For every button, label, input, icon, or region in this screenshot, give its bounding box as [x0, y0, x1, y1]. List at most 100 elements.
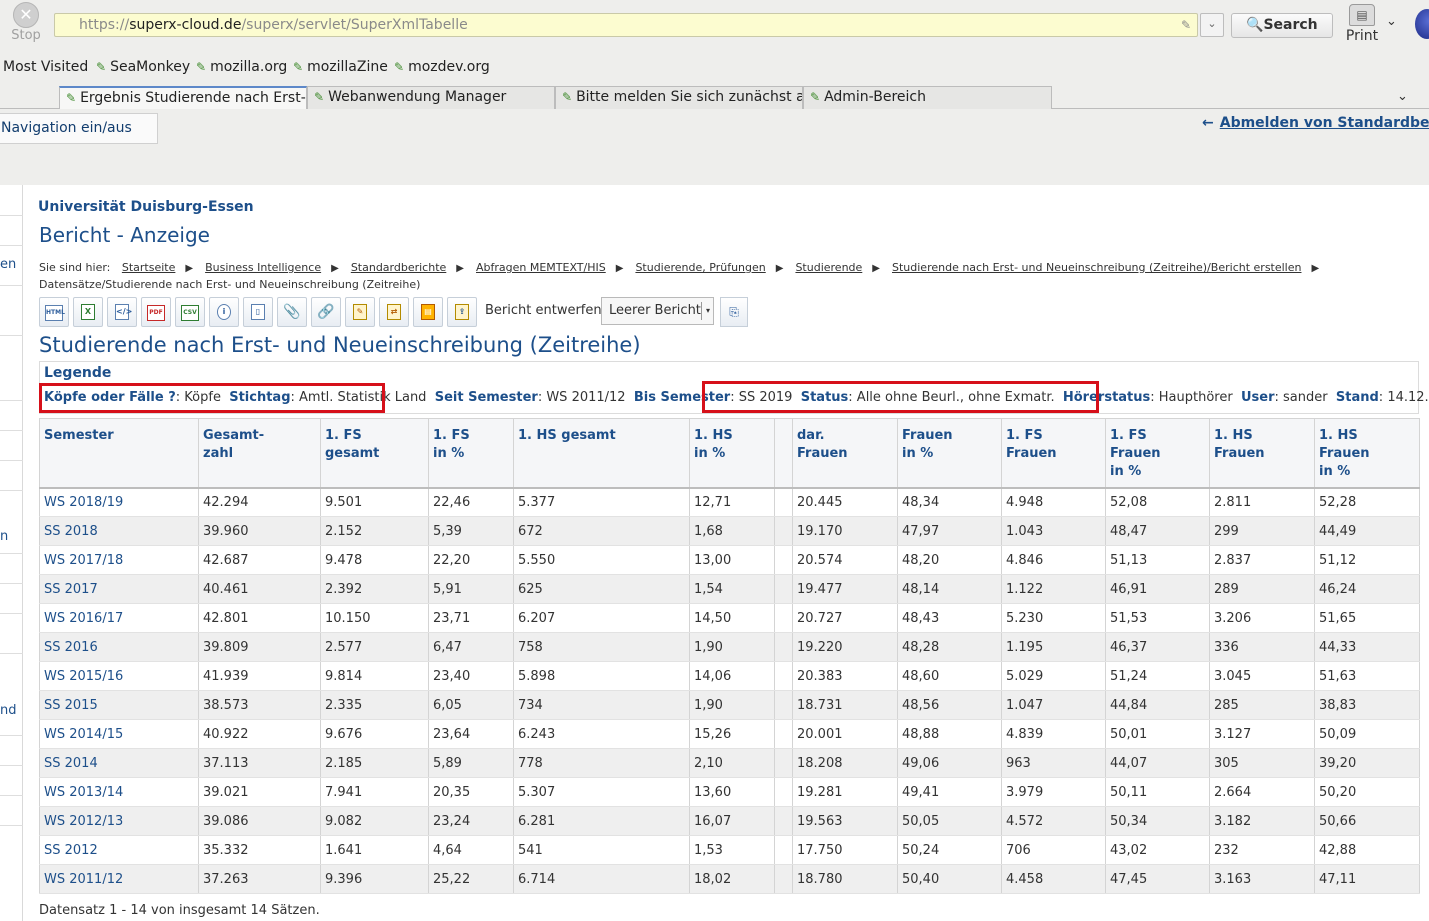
print-dropdown-chevron-icon[interactable]: ⌄	[1386, 14, 1397, 29]
column-header[interactable]: 1. HS Frauen in %	[1314, 418, 1420, 488]
semester-cell[interactable]: WS 2014/15	[39, 719, 199, 749]
table-cell: 49,06	[897, 748, 1002, 778]
sidebar-item[interactable]: en	[0, 257, 22, 272]
table-cell: 18.208	[792, 748, 898, 778]
design-report-go-button[interactable]: ⎘	[720, 297, 748, 327]
bookmark-mozillazine[interactable]: ✎ mozillaZine	[293, 59, 388, 75]
export-excel-button[interactable]: X	[73, 297, 103, 327]
csv-icon: CSV	[181, 305, 199, 321]
breadcrumb-item-bericht-erstellen[interactable]: Studierende nach Erst- und Neueinschreib…	[892, 261, 1301, 274]
column-header[interactable]: 1. FS Frauen	[1001, 418, 1106, 488]
column-header[interactable]: 1. FS in %	[428, 418, 514, 488]
sidebar-item[interactable]: n	[0, 529, 22, 544]
semester-cell[interactable]: WS 2015/16	[39, 661, 199, 691]
table-cell: 47,97	[897, 516, 1002, 546]
column-header[interactable]: 1. FS gesamt	[320, 418, 429, 488]
tab-bitte-melden[interactable]: ✎ Bitte melden Sie sich zunächst an	[555, 86, 803, 109]
semester-cell[interactable]: SS 2017	[39, 574, 199, 604]
export-xml-button[interactable]: </>	[107, 297, 137, 327]
chevron-right-icon: ▶	[872, 263, 880, 274]
attach-button[interactable]: 📎	[277, 297, 307, 327]
breadcrumb-item-studierende-pruefungen[interactable]: Studierende, Prüfungen	[635, 261, 765, 274]
semester-cell[interactable]: SS 2016	[39, 632, 199, 662]
breadcrumb-item-startseite[interactable]: Startseite	[122, 261, 176, 274]
xml-icon: </>	[115, 304, 132, 320]
table-cell: 9.676	[320, 719, 429, 749]
table-cell: 15,26	[689, 719, 775, 749]
semester-cell[interactable]: WS 2017/18	[39, 545, 199, 575]
semester-cell[interactable]: WS 2018/19	[39, 487, 199, 517]
share-button[interactable]: ⇪	[447, 297, 477, 327]
design-report-select[interactable]: Leerer Bericht ▾	[601, 297, 714, 325]
column-header[interactable]: 1. HS Frauen	[1209, 418, 1315, 488]
breadcrumb-item-abfragen[interactable]: Abfragen MEMTEXT/HIS	[476, 261, 606, 274]
bookmark-mozdev-org[interactable]: ✎ mozdev.org	[394, 59, 490, 75]
logout-link[interactable]: ←Abmelden von Standardberichte	[1202, 115, 1429, 131]
column-header[interactable]	[774, 418, 793, 488]
table-cell: 2.185	[320, 748, 429, 778]
stop-button[interactable]: ✕ Stop	[8, 2, 44, 48]
table-cell: 20.383	[792, 661, 898, 691]
semester-cell[interactable]: SS 2012	[39, 835, 199, 865]
sidebar-item[interactable]: nd	[0, 703, 22, 718]
edit-pencil-icon: ✎	[1180, 18, 1191, 32]
url-history-dropdown[interactable]: ⌄	[1200, 13, 1224, 37]
export-pdf-button[interactable]: PDF	[141, 297, 171, 327]
table-cell: 1,53	[689, 835, 775, 865]
breadcrumb-item-standardberichte[interactable]: Standardberichte	[351, 261, 446, 274]
table-cell: 38,83	[1314, 690, 1420, 720]
column-header[interactable]: 1. HS in %	[689, 418, 775, 488]
bookmark-seamonkey[interactable]: ✎ SeaMonkey	[96, 59, 190, 75]
semester-cell[interactable]: WS 2011/12	[39, 864, 199, 894]
table-cell: 50,24	[897, 835, 1002, 865]
column-header[interactable]: Frauen in %	[897, 418, 1002, 488]
folder-button[interactable]: ▤	[413, 297, 443, 327]
bookmark-mozilla-org[interactable]: ✎ mozilla.org	[196, 59, 287, 75]
tab-ergebnis-studierende[interactable]: ✎ Ergebnis Studierende nach Erst-...	[59, 86, 307, 109]
semester-cell[interactable]: SS 2018	[39, 516, 199, 546]
search-button[interactable]: 🔍Search	[1231, 13, 1333, 38]
table-cell: 52,08	[1105, 487, 1210, 517]
browser-chrome: ✕ Stop https://superx-cloud.de/superx/se…	[0, 0, 1429, 185]
bookmark-most-visited[interactable]: Most Visited	[3, 59, 88, 75]
info-button[interactable]: i	[209, 297, 239, 327]
column-header[interactable]: 1. FS Frauen in %	[1105, 418, 1210, 488]
table-cell: 2.152	[320, 516, 429, 546]
bookmark-report-button[interactable]: ▯	[243, 297, 273, 327]
sidebar-divider	[0, 430, 23, 431]
breadcrumb-item-business-intelligence[interactable]: Business Intelligence	[205, 261, 321, 274]
url-bar[interactable]: https://superx-cloud.de/superx/servlet/S…	[54, 13, 1198, 37]
link-button[interactable]: 🔗	[311, 297, 341, 327]
tab-bar: ✎ Ergebnis Studierende nach Erst-... ✎ Web…	[0, 85, 1429, 109]
semester-cell[interactable]: WS 2016/17	[39, 603, 199, 633]
chevron-right-icon: ▶	[331, 263, 339, 274]
export-html-button[interactable]: HTML	[39, 297, 69, 327]
column-header[interactable]: 1. HS gesamt	[513, 418, 690, 488]
navigation-toggle-button[interactable]: Navigation ein/aus	[0, 113, 158, 144]
breadcrumb-item-studierende[interactable]: Studierende	[795, 261, 862, 274]
tab-list-chevron-icon[interactable]: ⌄	[1397, 89, 1408, 104]
tab-admin-bereich[interactable]: ✎ Admin-Bereich	[803, 86, 1052, 109]
semester-cell[interactable]: SS 2015	[39, 690, 199, 720]
legend-label: User	[1240, 390, 1275, 405]
table-cell: 4.948	[1001, 487, 1106, 517]
export-csv-button[interactable]: CSV	[175, 297, 205, 327]
semester-cell[interactable]: WS 2013/14	[39, 777, 199, 807]
table-row: SS 2014 37.113 2.185 5,89 778 2,10 18.208 49,06…	[39, 748, 1420, 778]
print-button[interactable]: ▤ Print	[1343, 4, 1381, 48]
tab-webanwendung-manager[interactable]: ✎ Webanwendung Manager	[307, 86, 555, 109]
compare-button[interactable]: ⇄	[379, 297, 409, 327]
table-cell: 12,71	[689, 487, 775, 517]
column-header[interactable]: dar. Frauen	[792, 418, 898, 488]
table-cell: 48,60	[897, 661, 1002, 691]
table-cell: 17.750	[792, 835, 898, 865]
chevron-right-icon: ▶	[456, 263, 464, 274]
semester-cell[interactable]: WS 2012/13	[39, 806, 199, 836]
column-header[interactable]: Semester	[39, 418, 199, 488]
column-header[interactable]: Gesamt- zahl	[198, 418, 321, 488]
table-cell: 10.150	[320, 603, 429, 633]
semester-cell[interactable]: SS 2014	[39, 748, 199, 778]
sidebar-divider	[0, 795, 23, 796]
edit-report-button[interactable]: ✎	[345, 297, 375, 327]
legend-label: Stand	[1335, 390, 1379, 405]
